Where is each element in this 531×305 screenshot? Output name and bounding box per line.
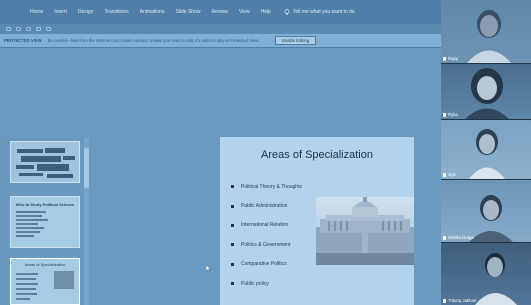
microphone-icon — [443, 235, 446, 240]
bullet-text: International Relation — [241, 222, 289, 229]
tab-design[interactable]: Design — [78, 9, 94, 15]
participant-video-tile[interactable]: Rajaj — [441, 0, 531, 63]
tab-insert[interactable]: Insert — [54, 9, 67, 15]
participant-video-tile[interactable]: Ryka — [441, 64, 531, 119]
participant-name-label: Trituraj Jakhari — [443, 298, 476, 303]
thumbnail-title: Areas of Specialization — [24, 262, 66, 267]
participant-video-tile[interactable]: Trituraj Jakhari — [441, 243, 531, 305]
tab-animations[interactable]: Animations — [140, 9, 165, 15]
protected-view-message: Be careful—files from the Internet can c… — [47, 38, 260, 43]
tab-slide-show[interactable]: Slide Show — [175, 9, 200, 15]
participant-video-image — [467, 10, 511, 63]
customize-toolbar-icon[interactable] — [46, 27, 51, 31]
word-cloud-image — [15, 146, 77, 180]
bullet-text: Politics & Government — [241, 241, 291, 248]
participant-name-label: Rajaj — [443, 56, 458, 61]
bullet-text: Comparative Politics — [241, 261, 287, 268]
microphone-icon — [443, 112, 446, 117]
protected-view-label: PROTECTED VIEW — [4, 38, 42, 43]
bullet-text: Political Theory & Thoughts — [241, 183, 302, 190]
start-slideshow-icon[interactable] — [36, 27, 41, 31]
editor-area: Who to Study Political Science Areas of … — [0, 48, 441, 305]
tab-transitions[interactable]: Transitions — [104, 9, 128, 15]
participant-name-label: Shalini Durga — [443, 235, 474, 240]
thumbnail-scrollbar[interactable] — [84, 138, 89, 305]
slide-title: Areas of Specialization — [261, 149, 373, 161]
ribbon-tabs: Home Insert Design Transitions Animation… — [0, 0, 441, 24]
thumbnail-building-image — [54, 271, 74, 289]
undo-icon[interactable] — [16, 27, 21, 31]
video-participants-panel: Rajaj Ryka Jiya Shalini Durga Trituraj J… — [441, 0, 531, 305]
slide-thumbnail-who-to-study[interactable]: Who to Study Political Science — [10, 196, 80, 248]
participant-video-image — [475, 253, 517, 305]
redo-icon[interactable] — [26, 27, 31, 31]
tab-view[interactable]: View — [239, 9, 250, 15]
tab-home[interactable]: Home — [30, 9, 43, 15]
thumbnail-title: Who to Study Political Science — [15, 202, 75, 207]
mouse-cursor-icon — [206, 265, 211, 272]
scrollbar-thumb[interactable] — [84, 148, 89, 188]
participant-video-image — [465, 68, 509, 119]
slide-thumbnail-areas-of-specialization[interactable]: Areas of Specialization — [10, 258, 80, 305]
tab-help[interactable]: Help — [261, 9, 271, 15]
save-icon[interactable] — [6, 27, 11, 31]
tell-me-box[interactable]: Tell me what you want to do — [284, 9, 355, 15]
bullet-text: Public Administration — [241, 203, 288, 210]
bullet-item: Political Theory & Thoughts — [231, 177, 351, 196]
microphone-icon — [443, 56, 446, 61]
quick-access-toolbar — [0, 24, 441, 34]
participant-name-label: Ryka — [443, 112, 458, 117]
tell-me-text: Tell me what you want to do — [292, 9, 355, 15]
microphone-icon — [443, 172, 446, 177]
current-slide[interactable]: Areas of Specialization Political Theory… — [220, 137, 414, 305]
rashtrapati-bhavan-photo — [316, 197, 414, 265]
screen: Home Insert Design Transitions Animation… — [0, 0, 531, 305]
participant-video-image — [469, 129, 505, 179]
protected-view-bar: PROTECTED VIEW Be careful—files from the… — [0, 34, 441, 48]
bullet-item: Public policy — [231, 274, 351, 293]
powerpoint-window: Home Insert Design Transitions Animation… — [0, 0, 441, 305]
lightbulb-icon — [284, 9, 290, 15]
participant-name-label: Jiya — [443, 172, 456, 177]
tab-review[interactable]: Review — [211, 9, 227, 15]
participant-video-tile[interactable]: Jiya — [441, 120, 531, 179]
enable-editing-button[interactable]: Enable Editing — [275, 36, 317, 45]
slide-thumbnail-word-cloud[interactable] — [10, 141, 80, 183]
bullet-text: Public policy — [241, 280, 269, 287]
slide-thumbnail-panel: Who to Study Political Science Areas of … — [0, 138, 92, 305]
microphone-icon — [443, 298, 446, 303]
participant-video-tile[interactable]: Shalini Durga — [441, 180, 531, 242]
